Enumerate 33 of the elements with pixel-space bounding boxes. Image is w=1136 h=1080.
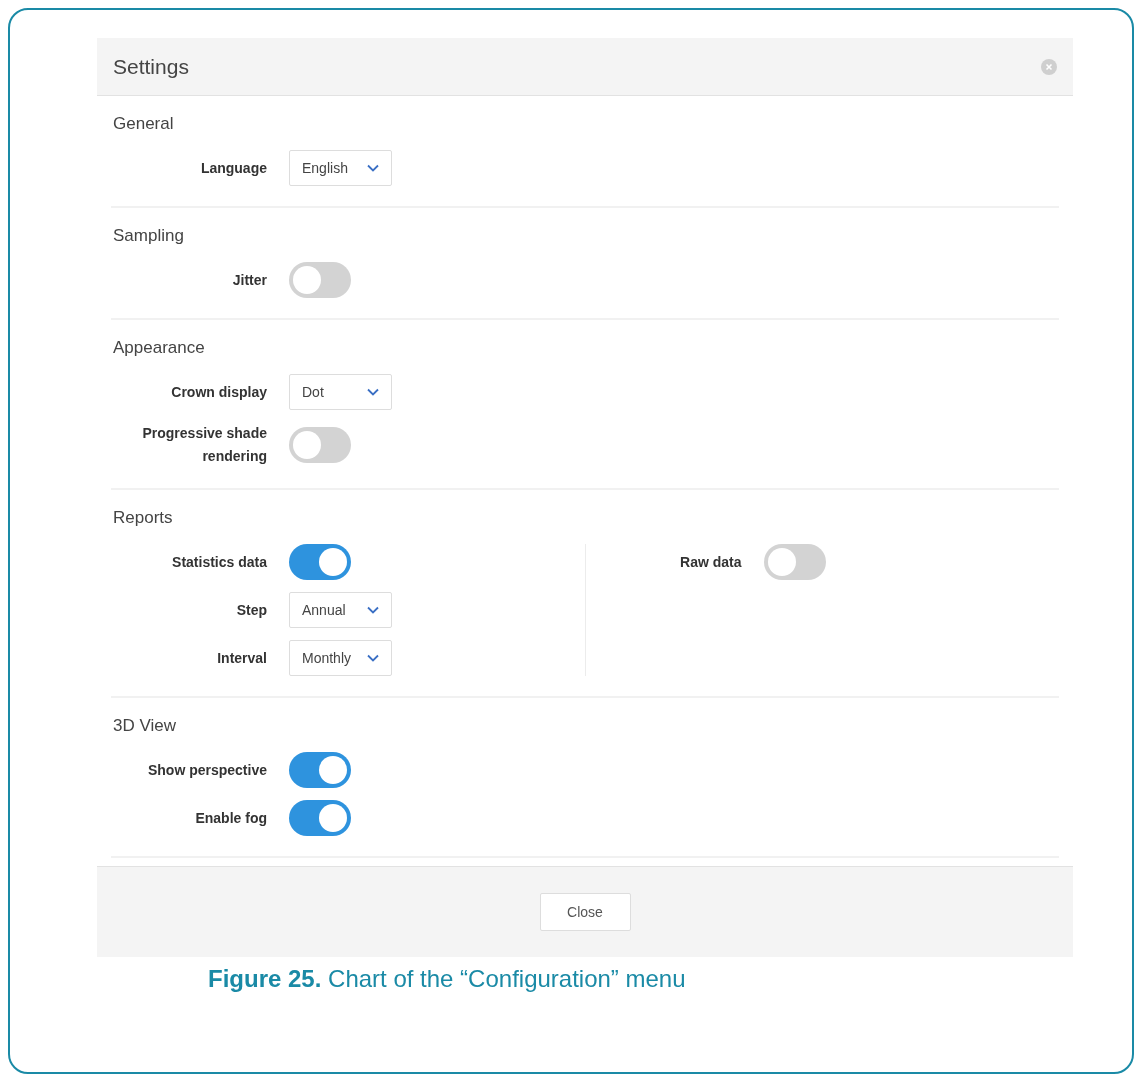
toggle-switch[interactable] <box>289 752 351 788</box>
toggle-switch[interactable] <box>763 544 826 580</box>
section-heading: Sampling <box>113 226 185 246</box>
chevron-down-icon <box>367 164 379 172</box>
section-heading: Appearance <box>113 338 206 358</box>
field-label: Step <box>235 600 267 620</box>
chevron-down-icon <box>367 654 380 662</box>
figure-caption: Figure 25. Chart of the “Configuration” menu <box>208 965 687 993</box>
section-heading: 3D View <box>113 716 177 736</box>
field-label: Jitter <box>231 270 267 290</box>
field-label: Crown display <box>170 382 267 402</box>
field-label: Raw data <box>679 552 742 572</box>
chevron-down-icon <box>367 388 379 396</box>
toggle-switch[interactable] <box>289 262 351 298</box>
field-label: Language <box>199 158 267 178</box>
field-label: Enable fog <box>194 808 267 828</box>
toggle-switch[interactable] <box>289 427 351 463</box>
toggle-switch[interactable] <box>289 544 351 580</box>
dropdown[interactable]: English <box>289 150 392 186</box>
dialog-title: Settings <box>113 54 189 79</box>
chevron-down-icon <box>367 606 379 614</box>
close-icon[interactable] <box>1041 58 1057 75</box>
field-label: Show perspective <box>146 760 267 780</box>
field-label: Progressive shade rendering <box>141 424 267 466</box>
field-label: Statistics data <box>171 552 267 572</box>
section-heading: General <box>113 114 175 134</box>
dropdown[interactable]: Monthly <box>289 640 393 676</box>
field-label: Interval <box>216 648 267 668</box>
section-heading: Reports <box>113 508 174 528</box>
dropdown[interactable]: Dot <box>289 374 392 410</box>
close-button[interactable]: Close <box>539 893 631 931</box>
toggle-switch[interactable] <box>289 800 351 836</box>
dropdown[interactable]: Annual <box>289 592 392 628</box>
